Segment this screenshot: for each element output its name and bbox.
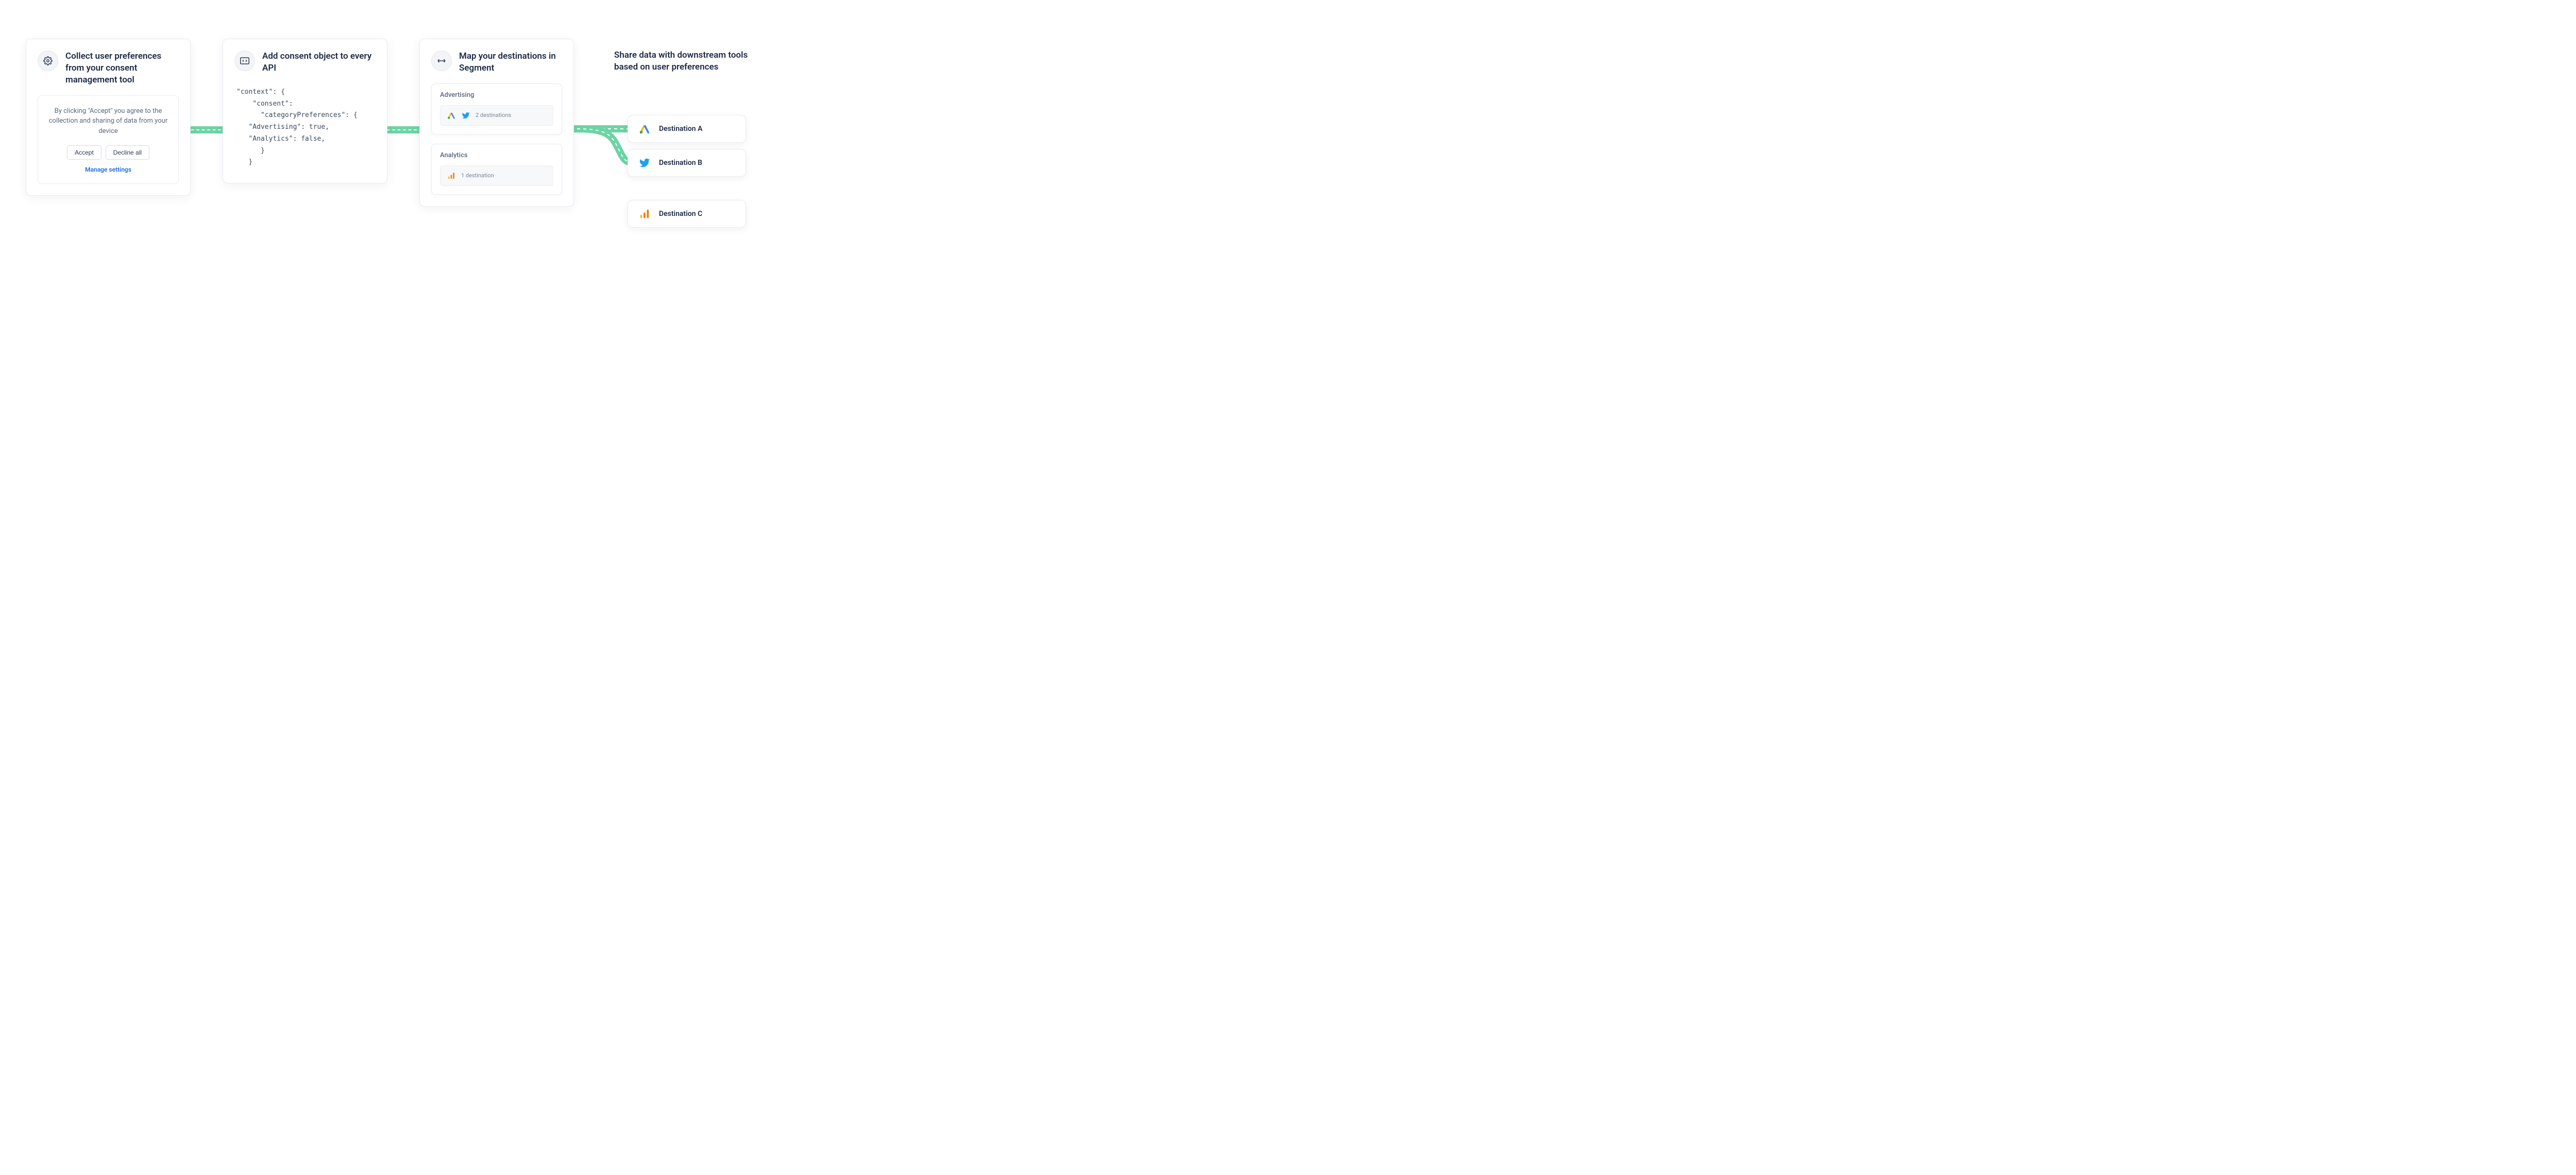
code-snippet: "context": { "consent": "categoryPrefere… — [234, 83, 376, 172]
step-share-header: Share data with downstream tools based o… — [603, 40, 762, 82]
arrows-horizontal-icon — [431, 51, 452, 71]
manage-settings-link[interactable]: Manage settings — [48, 166, 168, 173]
destination-a-label: Destination A — [659, 125, 702, 133]
group-advertising-title: Advertising — [440, 91, 553, 99]
twitter-icon — [637, 156, 652, 170]
decline-all-button[interactable]: Decline all — [106, 145, 149, 160]
code-icon — [234, 51, 255, 71]
group-analytics-strip: 1 destination — [440, 165, 553, 186]
destination-b-pill: Destination B — [628, 149, 746, 177]
step-map-title: Map your destinations in Segment — [459, 51, 562, 74]
twitter-icon — [461, 111, 470, 120]
step-collect-card: Collect user preferences from your conse… — [26, 39, 191, 196]
google-analytics-icon — [447, 171, 456, 180]
step-share-title: Share data with downstream tools based o… — [614, 49, 751, 73]
group-advertising: Advertising 2 destinations — [431, 83, 562, 135]
step-add-consent-card: Add consent object to every API "context… — [223, 39, 387, 183]
group-analytics: Analytics 1 destination — [431, 144, 562, 195]
destination-b-label: Destination B — [659, 159, 702, 167]
connector-3 — [571, 119, 633, 170]
step-collect-title: Collect user preferences from your conse… — [65, 51, 179, 86]
accept-button[interactable]: Accept — [67, 145, 101, 160]
group-advertising-count: 2 destinations — [476, 112, 511, 119]
gear-icon — [38, 51, 58, 71]
destination-c-label: Destination C — [659, 210, 702, 218]
google-ads-icon — [637, 122, 652, 136]
destination-c-pill: Destination C — [628, 200, 746, 228]
consent-text: By clicking "Accept" you agree to the co… — [48, 106, 168, 137]
step-map-card: Map your destinations in Segment Adverti… — [419, 39, 574, 207]
group-analytics-count: 1 destination — [461, 172, 494, 179]
group-advertising-strip: 2 destinations — [440, 105, 553, 126]
step-add-consent-title: Add consent object to every API — [262, 51, 376, 74]
google-analytics-icon — [637, 207, 652, 221]
destination-a-pill: Destination A — [628, 115, 746, 143]
group-analytics-title: Analytics — [440, 152, 553, 159]
google-ads-icon — [447, 111, 456, 120]
consent-dialog: By clicking "Accept" you agree to the co… — [38, 95, 179, 184]
diagram-canvas: Collect user preferences from your conse… — [0, 0, 798, 282]
